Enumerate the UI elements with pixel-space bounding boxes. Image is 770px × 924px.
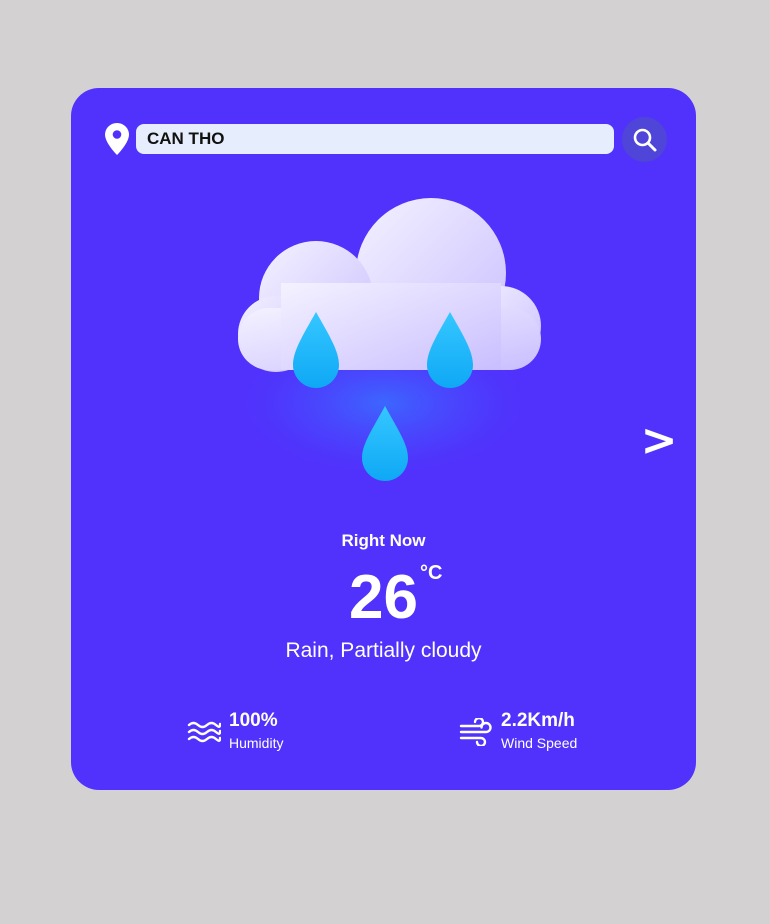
search-button[interactable] [622, 117, 667, 162]
temperature-unit: °C [420, 562, 443, 584]
cloud-shape [238, 198, 541, 372]
humidity-value: 100% [229, 710, 278, 731]
search-icon [633, 128, 656, 151]
wind-speed-value: 2.2Km/h [501, 710, 575, 731]
temperature-value: 26 [349, 563, 418, 632]
weather-card: > Right Now 26 °C Rain, Partially cloudy… [71, 88, 696, 790]
map-pin-icon [105, 123, 129, 155]
wind-speed-label: Wind Speed [501, 735, 578, 751]
search-input[interactable] [136, 124, 614, 154]
temperature-display: 26 °C [71, 562, 696, 634]
humidity-waves-icon [187, 721, 221, 743]
rain-cloud-icon [234, 198, 541, 481]
weather-condition: Rain, Partially cloudy [285, 639, 482, 662]
wind-icon [459, 718, 492, 746]
humidity-label: Humidity [229, 735, 284, 751]
right-now-heading: Right Now [341, 531, 426, 550]
next-button[interactable]: > [637, 416, 681, 466]
